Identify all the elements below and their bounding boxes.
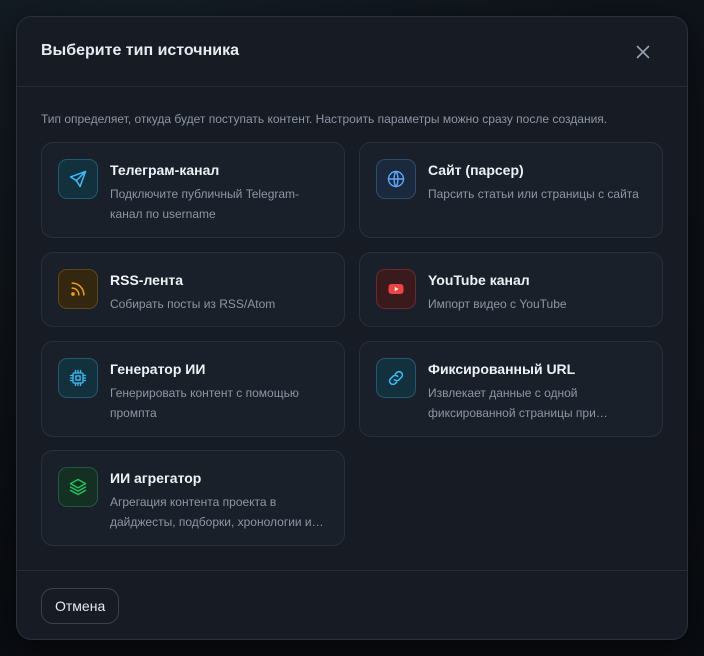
rss-icon (71, 282, 85, 296)
card-title: Генератор ИИ (110, 361, 206, 377)
icon-container (58, 358, 98, 398)
card-title: RSS-лента (110, 272, 184, 288)
close-button[interactable] (633, 42, 653, 62)
link-icon (388, 370, 404, 386)
source-card-youtube[interactable]: YouTube канал Импорт видео с YouTube (359, 252, 663, 327)
icon-container (58, 467, 98, 507)
youtube-icon (388, 284, 404, 294)
card-title: YouTube канал (428, 272, 530, 288)
layers-icon (69, 478, 87, 496)
dialog-description: Тип определяет, откуда будет поступать к… (41, 112, 608, 126)
dialog-header: Выберите тип источника (17, 17, 687, 87)
card-description: Импорт видео с YouTube (428, 297, 567, 311)
card-description: Агрегация контента проекта в дайджесты, … (110, 495, 312, 529)
close-icon (636, 45, 650, 59)
card-description: Подключите публичный Telegram-канал по u… (110, 187, 300, 221)
card-title: Фиксированный URL (428, 361, 576, 377)
card-description: Парсить статьи или страницы с сайта (428, 187, 639, 201)
source-card-ai-generator[interactable]: Генератор ИИ Генерировать контент с помо… (41, 341, 345, 437)
icon-container (58, 269, 98, 309)
card-title: ИИ агрегатор (110, 470, 202, 486)
card-description: Собирать посты из RSS/Atom (110, 297, 276, 311)
icon-container (376, 269, 416, 309)
globe-icon (387, 170, 405, 188)
cancel-button[interactable]: Отмена (41, 588, 120, 624)
card-description: Извлекает данные с одной фиксированной с… (428, 386, 596, 420)
source-card-telegram[interactable]: Телеграм-канал Подключите публичный Tele… (41, 142, 345, 238)
dialog-footer: Отмена (17, 570, 687, 639)
icon-container (376, 159, 416, 199)
icon-container (376, 358, 416, 398)
card-description: Генерировать контент с помощью промпта (110, 386, 299, 420)
card-title: Сайт (парсер) (428, 162, 524, 178)
source-type-dialog: Выберите тип источника Тип определяет, о… (16, 16, 688, 640)
card-title: Телеграм-канал (110, 162, 220, 178)
source-card-site-parser[interactable]: Сайт (парсер) Парсить статьи или страниц… (359, 142, 663, 238)
source-card-fixed-url[interactable]: Фиксированный URL Извлекает данные с одн… (359, 341, 663, 437)
source-card-ai-aggregator[interactable]: ИИ агрегатор Агрегация контента проекта … (41, 450, 345, 546)
source-card-rss[interactable]: RSS-лента Собирать посты из RSS/Atom (41, 252, 345, 327)
dialog-title: Выберите тип источника (41, 42, 239, 59)
cpu-icon (69, 369, 87, 387)
icon-container (58, 159, 98, 199)
send-icon (69, 170, 87, 188)
